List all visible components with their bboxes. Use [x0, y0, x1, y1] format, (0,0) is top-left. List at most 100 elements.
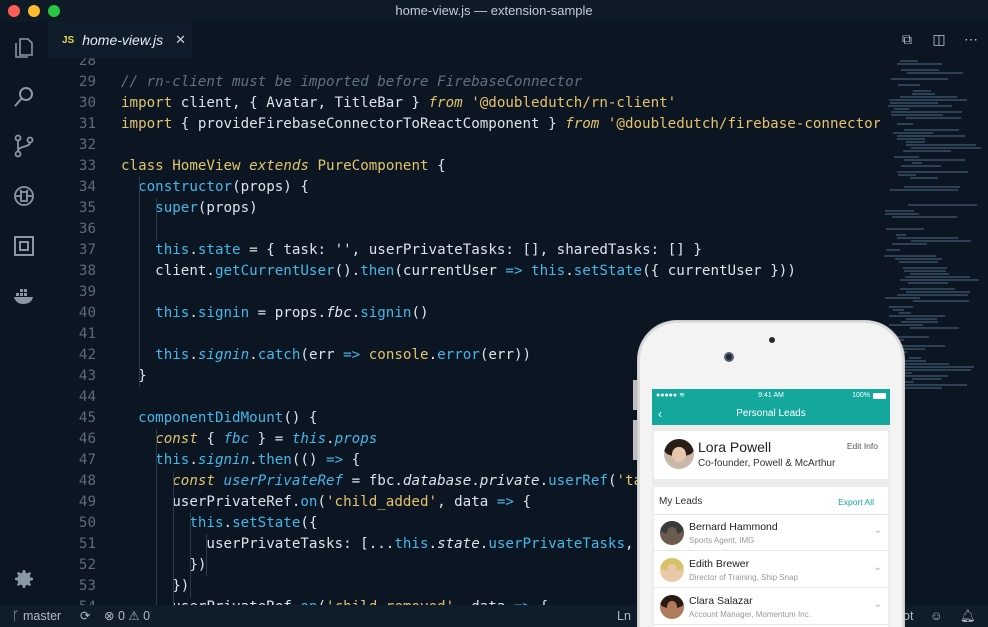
minimap-line [889, 324, 923, 326]
code-text: import client, { Avatar, TitleBar } from… [121, 95, 677, 111]
line-number: 45 [78, 410, 96, 426]
edit-info-button[interactable]: Edit Info [847, 441, 878, 451]
minimap-line [901, 321, 938, 323]
battery-icon [873, 393, 886, 399]
lead-row[interactable]: Bernard Hammond Sports Agent, IMG ⌄ [654, 515, 888, 551]
line-number: 53 [78, 578, 96, 594]
line-number: 39 [78, 284, 96, 300]
lead-row[interactable]: Clara Salazar Account Manager, Momentum I… [654, 589, 888, 625]
minimap-line [897, 135, 965, 137]
split-editor-icon[interactable]: ◫ [930, 30, 948, 48]
source-control-icon[interactable] [12, 134, 36, 158]
close-window-button[interactable] [8, 5, 20, 17]
back-chevron-icon[interactable]: ‹ [658, 403, 662, 425]
line-number: 51 [78, 536, 96, 552]
code-text: const { fbc } = this.props [155, 431, 378, 447]
maximize-window-button[interactable] [48, 5, 60, 17]
line-number: 49 [78, 494, 96, 510]
close-tab-icon[interactable]: ✕ [175, 32, 186, 48]
minimap-line [904, 270, 946, 272]
branch-status[interactable]: ᚴ master [12, 605, 61, 627]
activity-bar [0, 22, 48, 605]
minimap-line [897, 138, 925, 140]
minimap-line [894, 156, 919, 158]
lead-title: Director of Training, Ship Snap [689, 573, 798, 582]
code-line[interactable]: 36 [48, 219, 880, 240]
editor-actions: ⧉ ◫ ⋯ [898, 30, 980, 48]
minimap-line [889, 315, 945, 317]
export-all-button[interactable]: Export All [838, 497, 874, 507]
code-text: }) [121, 557, 207, 573]
debug-icon[interactable] [12, 184, 36, 208]
line-number: 32 [78, 137, 96, 153]
line-number: 52 [78, 557, 96, 573]
profile-card: Lora Powell Co-founder, Powell & McArthu… [654, 431, 888, 479]
search-icon[interactable] [12, 85, 36, 109]
code-line[interactable]: 28 [48, 58, 880, 72]
nav-title: Personal Leads [736, 408, 806, 419]
extensions-icon[interactable] [12, 234, 36, 258]
minimap-line [886, 249, 900, 251]
code-text: userPrivateTasks: [...this.state.userPri… [121, 536, 634, 552]
chevron-down-icon[interactable]: ⌄ [874, 599, 882, 610]
line-number: 35 [78, 200, 96, 216]
code-text: super(props) [155, 200, 258, 216]
minimize-window-button[interactable] [28, 5, 40, 17]
minimap-line [895, 369, 971, 371]
minimap-line [886, 228, 924, 230]
minimap-line [885, 297, 920, 299]
more-actions-icon[interactable]: ⋯ [962, 30, 980, 48]
problems-status[interactable]: ⊗ 0 ⚠ 0 [104, 605, 150, 627]
code-line[interactable]: 34 constructor(props) { [48, 177, 880, 198]
code-line[interactable]: 30 import client, { Avatar, TitleBar } fr… [48, 93, 880, 114]
settings-gear-icon[interactable] [12, 567, 36, 591]
code-line[interactable]: 33 class HomeView extends PureComponent { [48, 156, 880, 177]
minimap-line [900, 288, 955, 290]
code-line[interactable]: 31 import { provideFirebaseConnectorToRea… [48, 114, 880, 135]
feedback-smiley-icon[interactable]: ☺ [930, 605, 943, 627]
minimap-line [889, 99, 967, 101]
minimap-line [892, 216, 957, 218]
chevron-down-icon[interactable]: ⌄ [874, 525, 882, 536]
phone-screen: ●●●●● ≋ 9:41 AM 100% ‹ Personal Leads Lo… [652, 389, 890, 627]
sync-icon[interactable]: ⟳ [80, 605, 90, 627]
minimap-line [895, 258, 942, 260]
minimap-line [889, 306, 913, 308]
notifications-bell-icon[interactable]: 🔔︎ [960, 605, 976, 627]
code-line[interactable]: 35 super(props) [48, 198, 880, 219]
line-number: 28 [78, 58, 96, 69]
phone-camera [724, 352, 734, 362]
lead-avatar [660, 521, 684, 545]
code-line[interactable]: 32 [48, 135, 880, 156]
minimap-line [894, 108, 909, 110]
cursor-position[interactable]: Ln [617, 605, 631, 627]
line-number: 43 [78, 368, 96, 384]
minimap-line [909, 357, 921, 359]
minimap-line [907, 72, 963, 74]
tab-label: home-view.js [82, 32, 164, 48]
chevron-down-icon[interactable]: ⌄ [874, 562, 882, 573]
code-line[interactable]: 29 // rn-client must be imported before F… [48, 72, 880, 93]
minimap-line [892, 243, 927, 245]
minimap-line [905, 276, 970, 278]
explorer-icon[interactable] [12, 36, 36, 60]
leads-title: My Leads [659, 496, 703, 507]
tab-bar: JS home-view.js ✕ ⧉ ◫ ⋯ [48, 22, 988, 58]
indent-guide [173, 471, 174, 605]
docker-icon[interactable] [12, 284, 36, 308]
code-text: client.getCurrentUser().then(currentUser… [121, 263, 796, 279]
line-number: 34 [78, 179, 96, 195]
open-changes-icon[interactable]: ⧉ [898, 30, 916, 48]
lead-row[interactable]: Edith Brewer Director of Training, Ship S… [654, 552, 888, 588]
code-line[interactable]: 38 client.getCurrentUser().then(currentU… [48, 261, 880, 282]
minimap-line [884, 255, 936, 257]
minimap-line [908, 204, 977, 206]
lead-name: Bernard Hammond [689, 521, 778, 533]
minimap-line [885, 213, 919, 215]
minimap-line [903, 150, 951, 152]
code-line[interactable]: 37 this.state = { task: '', userPrivateT… [48, 240, 880, 261]
minimap-line [897, 123, 913, 125]
tab-home-view[interactable]: JS home-view.js ✕ [48, 22, 192, 58]
code-line[interactable]: 39 [48, 282, 880, 303]
code-text: this.signin = props.fbc.signin() [155, 305, 429, 321]
